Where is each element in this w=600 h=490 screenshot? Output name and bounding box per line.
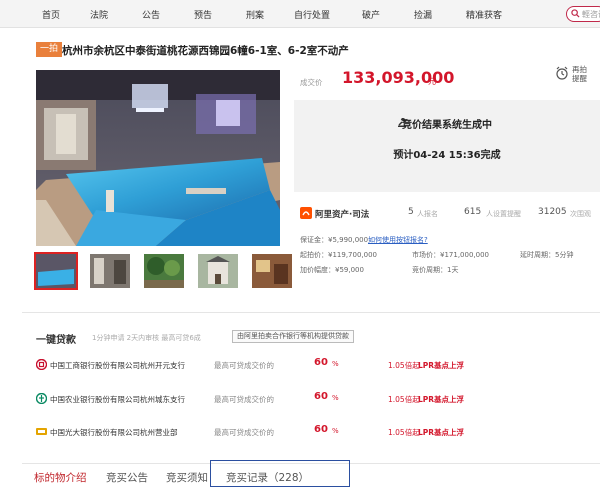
highlight-box <box>210 460 350 487</box>
search-placeholder: 輕咨询 <box>582 10 600 19</box>
loan-percent-sign: % <box>332 394 339 402</box>
deal-price-value: 133,093,000 <box>342 68 455 87</box>
tab-auction-instructions[interactable]: 竞买须知 <box>166 470 208 485</box>
loan-max-percent: 60 <box>314 357 328 368</box>
thumbnail-exterior-image <box>198 254 238 288</box>
pool-photo-image <box>36 70 280 246</box>
result-expected-time: 预计04-24 15:36完成 <box>393 150 501 161</box>
loan-max-percent: 60 <box>314 424 328 435</box>
loan-lpr-text: LPR基点上浮 <box>418 395 465 404</box>
loan-partner-button[interactable]: 由阿里拍卖合作银行等机构提供贷款 <box>232 330 354 343</box>
re-auction-remind-label: 再拍提醒 <box>572 65 587 83</box>
delay-period-info: 延时周期：5分钟 <box>520 251 574 259</box>
nav-item-notice[interactable]: 公告 <box>142 8 160 21</box>
loan-section-header: 一键贷款 1分钟申请 2天内审核 最高可贷6成 由阿里拍卖合作银行等机构提供贷款 <box>36 330 596 346</box>
reminders-count: 615 <box>464 207 482 217</box>
registrants-count: 5 <box>408 207 414 217</box>
auction-info-grid: 保证金：¥5,990,000 如何使用按钮报名? 起拍价：¥119,700,00… <box>300 235 600 279</box>
loan-row[interactable]: 中国工商银行股份有限公司杭州开元支行 最高可贷成交价的 60 % 1.05倍起 … <box>36 357 596 373</box>
views-label: 次围观 <box>570 210 591 218</box>
thumbnail-2[interactable] <box>90 254 130 288</box>
reminders-label: 人设置提醒 <box>486 210 521 218</box>
thumbnail-5[interactable] <box>252 254 292 288</box>
tab-auction-notice[interactable]: 竞买公告 <box>106 470 148 485</box>
loan-percent-sign: % <box>332 427 339 435</box>
auction-stats-row: 阿里资产·司法 5 人报名 615 人设置提醒 31205 次围观 <box>300 207 600 223</box>
lot-title-row: 一拍 杭州市余杭区中泰街道桃花源西锦园6幢6-1室、6-2室不动产 <box>36 42 596 58</box>
abc-bank-icon <box>36 393 47 404</box>
ceb-bank-icon <box>36 428 47 435</box>
platform-name: 阿里资产·司法 <box>315 210 370 220</box>
bank-name: 中国工商银行股份有限公司杭州开元支行 <box>50 361 185 370</box>
loan-title: 一键贷款 <box>36 335 76 346</box>
thumbnail-1[interactable] <box>34 252 78 290</box>
nav-item-bargain[interactable]: 捡漏 <box>414 8 432 21</box>
result-status-title: 竞价结果系统生成中 <box>402 120 492 131</box>
loan-subtitle: 1分钟申请 2天内审核 最高可贷6成 <box>92 334 201 342</box>
nav-item-criminal[interactable]: 刑案 <box>246 8 264 21</box>
thumbnail-3[interactable] <box>144 254 184 288</box>
bidding-period-info: 竞价周期：1天 <box>412 266 459 274</box>
loan-max-desc: 最高可贷成交价的 <box>214 428 274 437</box>
nav-item-preview[interactable]: 预告 <box>194 8 212 21</box>
top-navigation: 首页 法院 公告 预告 刑案 自行处置 破产 捡漏 精准获客 輕咨询 <box>0 0 600 28</box>
nav-item-bankruptcy[interactable]: 破产 <box>362 8 380 21</box>
alibaba-logo-icon <box>300 207 312 219</box>
loan-percent-sign: % <box>332 360 339 368</box>
market-price-info: 市场价：¥171,000,000 <box>412 251 489 259</box>
icbc-bank-icon <box>36 359 47 370</box>
bank-name: 中国光大银行股份有限公司杭州营业部 <box>50 428 178 437</box>
deal-price-unit: 元 <box>428 77 436 86</box>
search-icon <box>571 9 580 18</box>
lot-title: 杭州市余杭区中泰街道桃花源西锦园6幢6-1室、6-2室不动产 <box>62 45 349 57</box>
auction-round-badge: 一拍 <box>36 42 63 57</box>
search-box[interactable]: 輕咨询 <box>566 6 600 22</box>
nav-item-home[interactable]: 首页 <box>42 8 60 21</box>
thumbnail-pool-image <box>36 254 76 288</box>
increment-info: 加价幅度：¥59,000 <box>300 266 364 274</box>
thumbnail-room-image <box>252 254 292 288</box>
deposit-help-link[interactable]: 如何使用按钮报名? <box>368 235 428 245</box>
views-count: 31205 <box>538 207 567 217</box>
loan-row[interactable]: 中国农业银行股份有限公司杭州城东支行 最高可贷成交价的 60 % 1.05倍起 … <box>36 391 596 407</box>
nav-item-court[interactable]: 法院 <box>90 8 108 21</box>
bank-name: 中国农业银行股份有限公司杭州城东支行 <box>50 395 185 404</box>
start-price-info: 起拍价：¥119,700,000 <box>300 251 377 259</box>
thumbnail-hall-image <box>90 254 130 288</box>
alarm-clock-icon <box>556 66 568 80</box>
thumbnail-4[interactable] <box>198 254 238 288</box>
tab-item-introduction[interactable]: 标的物介绍 <box>34 470 87 485</box>
registrants-label: 人报名 <box>417 210 438 218</box>
loan-lpr-text: LPR基点上浮 <box>418 428 465 437</box>
thumbnail-strip <box>34 252 292 294</box>
loan-rate-multiplier: 1.05倍起 <box>388 428 420 437</box>
section-divider <box>22 312 600 313</box>
loan-lpr-text: LPR基点上浮 <box>418 361 465 370</box>
thumbnail-garden-image <box>144 254 184 288</box>
nav-item-precise-leads[interactable]: 精准获客 <box>466 8 502 21</box>
nav-item-self-disposal[interactable]: 自行处置 <box>294 8 330 21</box>
loan-max-percent: 60 <box>314 391 328 402</box>
auction-result-panel: 竞价结果系统生成中 预计04-24 15:36完成 <box>294 100 600 192</box>
re-auction-remind-button[interactable]: 再拍提醒 <box>555 62 595 98</box>
loan-rate-multiplier: 1.05倍起 <box>388 395 420 404</box>
loan-rate-multiplier: 1.05倍起 <box>388 361 420 370</box>
deposit-info: 保证金：¥5,990,000 <box>300 236 369 244</box>
main-property-photo[interactable] <box>36 70 280 246</box>
loan-max-desc: 最高可贷成交价的 <box>214 361 274 370</box>
deal-price-label: 成交价 <box>300 78 323 87</box>
loan-row[interactable]: 中国光大银行股份有限公司杭州营业部 最高可贷成交价的 60 % 1.05倍起 L… <box>36 424 596 440</box>
loan-max-desc: 最高可贷成交价的 <box>214 395 274 404</box>
